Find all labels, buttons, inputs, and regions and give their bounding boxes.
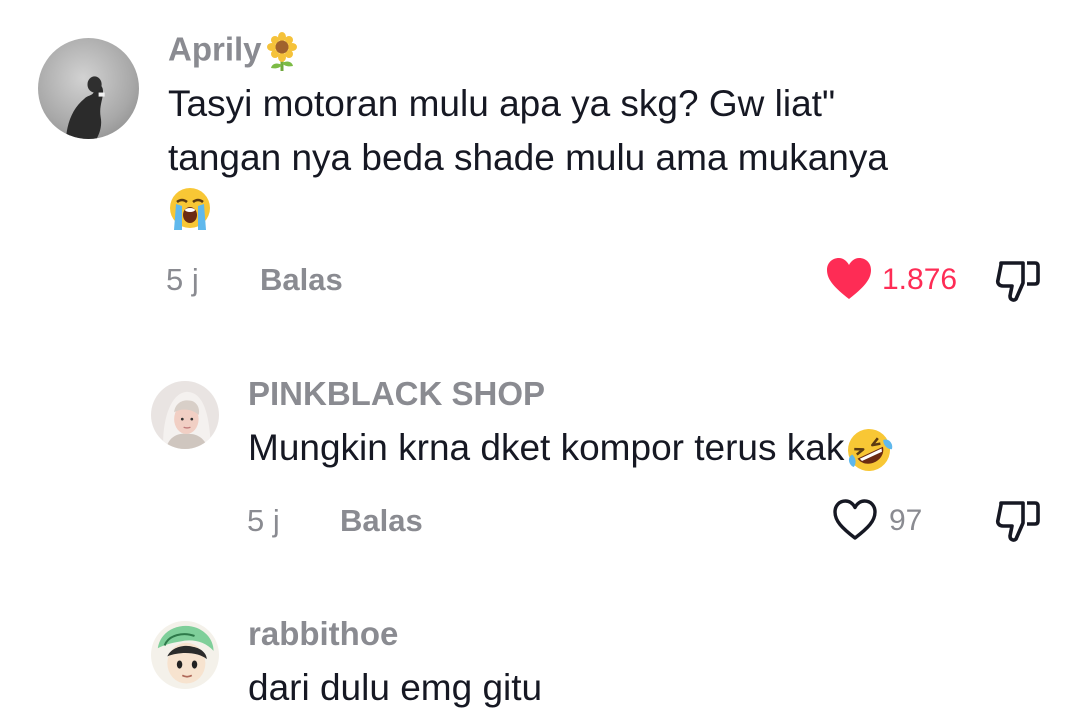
- comment-text: dari dulu emg gitu: [248, 667, 543, 708]
- thumbs-down-icon[interactable]: [993, 255, 1043, 305]
- avatar[interactable]: [151, 621, 219, 689]
- avatar[interactable]: [151, 381, 219, 449]
- comment-time: 5 j: [166, 262, 199, 297]
- thumbs-down-icon[interactable]: [993, 495, 1043, 545]
- comment-time: 5 j: [247, 503, 280, 538]
- loudly-crying-face-icon: [168, 186, 212, 230]
- avatar[interactable]: [38, 38, 139, 139]
- sunflower-icon: [264, 32, 300, 72]
- comment-username[interactable]: PINKBLACK SHOP: [248, 377, 545, 410]
- reply-button[interactable]: Balas: [340, 505, 423, 536]
- comment-username[interactable]: rabbithoe: [248, 617, 398, 650]
- rolling-on-floor-laughing-icon: [844, 425, 894, 475]
- comment-username[interactable]: Aprily: [168, 32, 300, 72]
- heart-outline-icon[interactable]: [831, 497, 879, 543]
- comment-text: tangan nya beda shade mulu ama mukanya: [168, 137, 888, 178]
- comment-text: Mungkin krna dket kompor terus kak: [248, 416, 894, 480]
- heart-filled-icon[interactable]: [825, 256, 873, 302]
- reply-button[interactable]: Balas: [260, 264, 343, 295]
- like-count: 1.876: [882, 263, 958, 296]
- like-count: 97: [889, 504, 923, 537]
